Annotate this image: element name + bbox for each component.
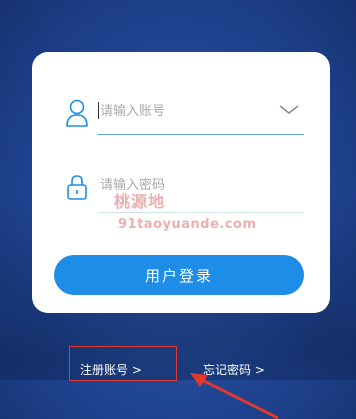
- annotation-arrow-icon: [190, 373, 279, 419]
- text-cursor: [98, 102, 99, 119]
- password-underline: [98, 212, 304, 213]
- login-card: 桃源地 91taoyuande.com 用户登录: [32, 52, 330, 313]
- login-button[interactable]: 用户登录: [54, 255, 304, 295]
- watermark-url: 91taoyuande.com: [118, 217, 257, 232]
- password-row: [32, 170, 330, 214]
- annotation-highlight-box: [69, 346, 177, 381]
- account-row: [32, 96, 330, 136]
- account-input[interactable]: [98, 98, 278, 124]
- watermark-name: 桃源地: [114, 192, 166, 211]
- lock-icon: [67, 175, 87, 200]
- user-icon: [66, 99, 88, 127]
- chevron-down-icon[interactable]: [278, 104, 300, 116]
- account-underline: [98, 134, 304, 135]
